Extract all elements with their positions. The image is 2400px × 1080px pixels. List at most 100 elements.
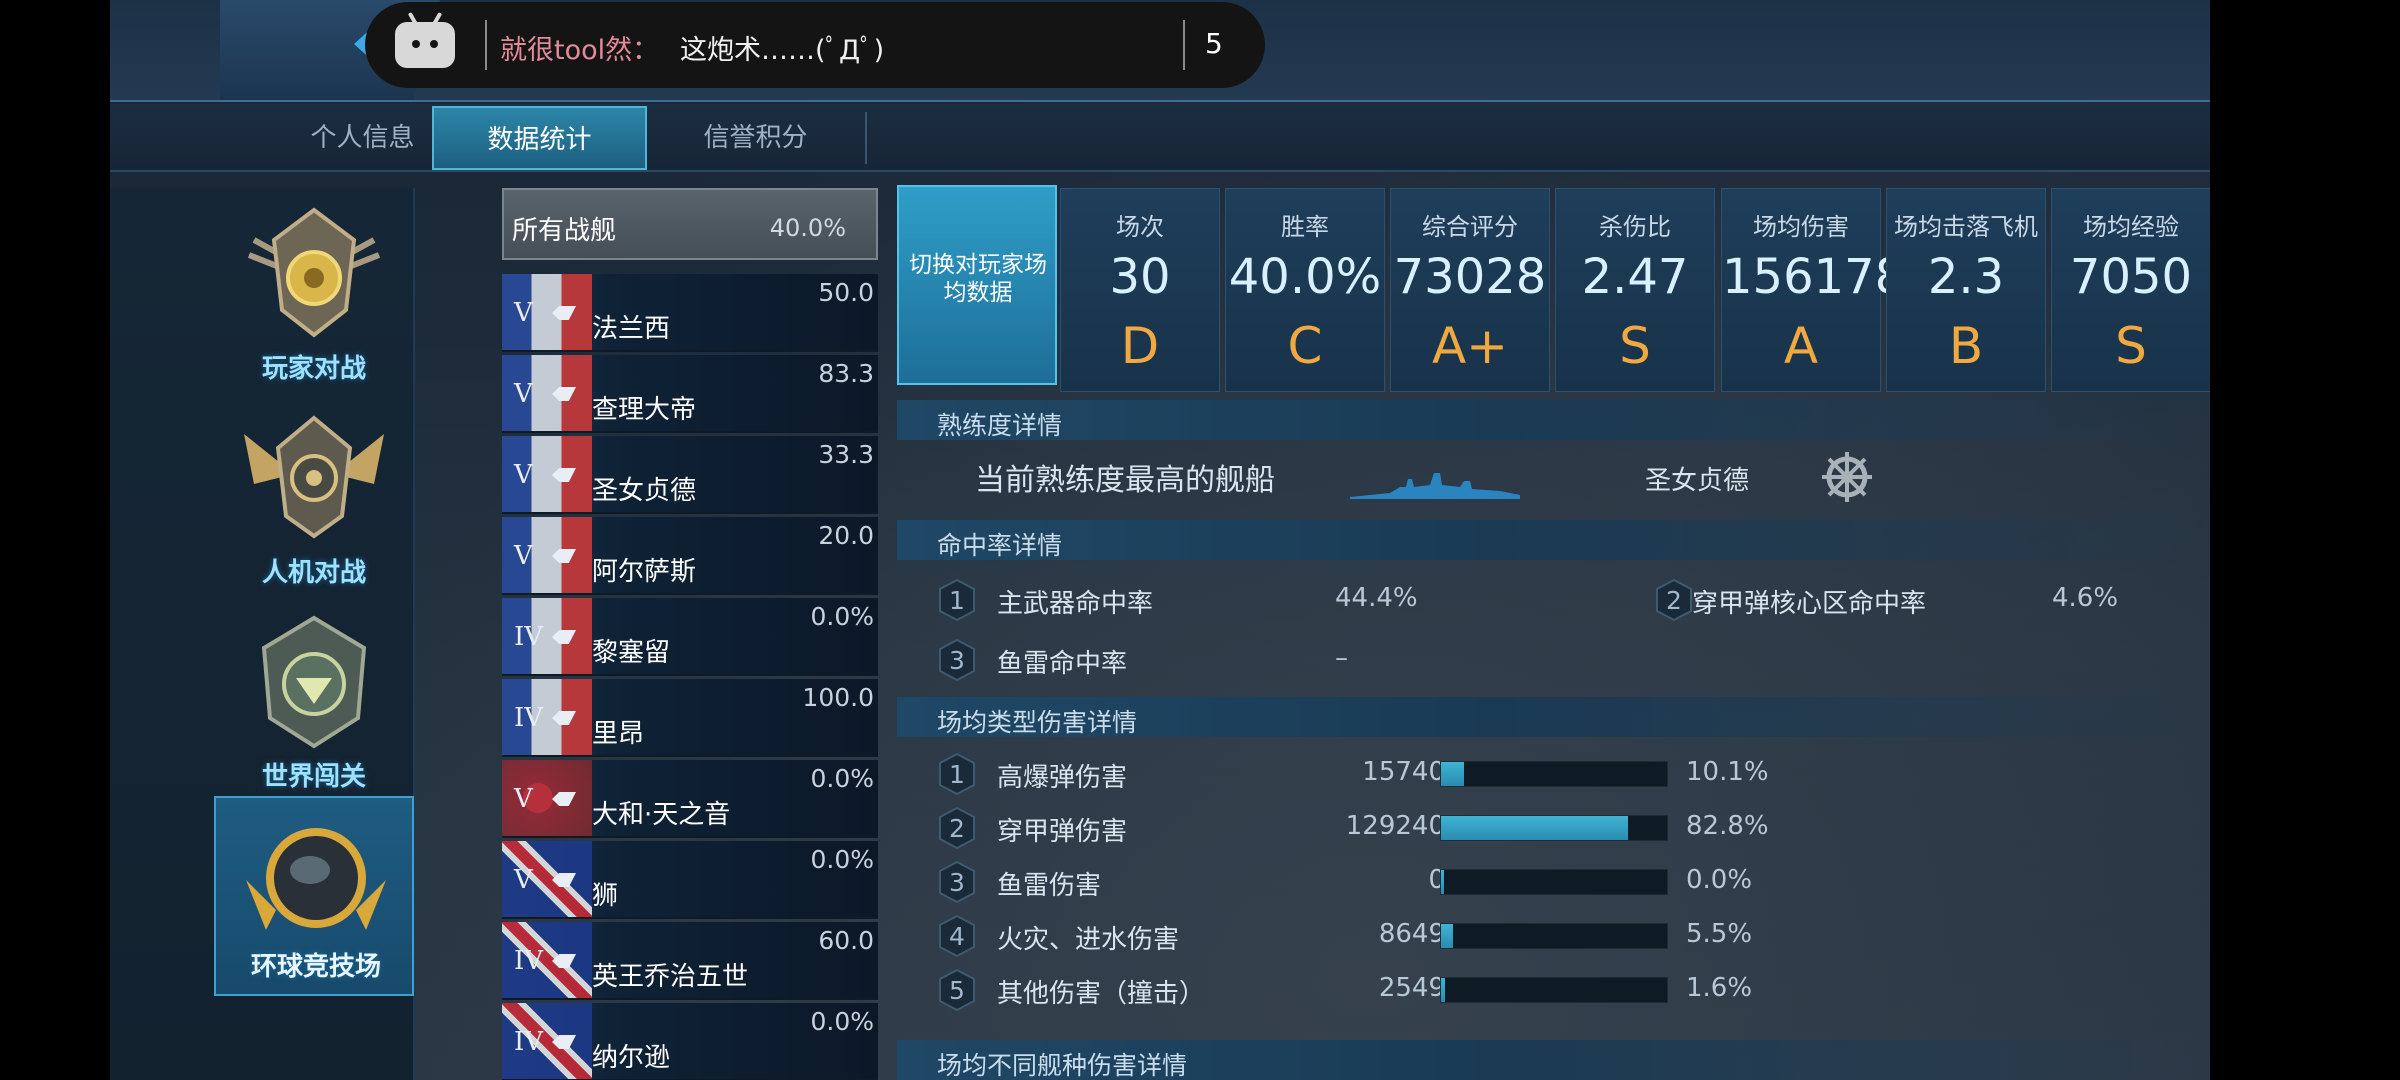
section-title-text: 命中率详情 xyxy=(937,531,1063,560)
proficiency-label: 当前熟练度最高的舰船 xyxy=(975,463,1275,498)
ship-list-item[interactable]: V 圣女贞德 33.3 xyxy=(502,436,878,514)
ship-name: 大和·天之音 xyxy=(592,800,731,830)
stat-value: 30 xyxy=(1109,249,1171,305)
ship-name: 里昂 xyxy=(592,719,645,749)
damage-bar-fill xyxy=(1441,870,1444,894)
damage-section-title: 场均类型伤害详情 xyxy=(897,697,2210,737)
row-number-badge: 3 xyxy=(938,861,976,903)
danmaku-count[interactable]: 5 xyxy=(1205,27,1223,60)
row-number-badge: 2 xyxy=(1655,579,1693,621)
danmaku-user: 就很tool然： xyxy=(500,35,660,66)
tab-statistics[interactable]: 数据统计 xyxy=(432,106,647,170)
damage-bar xyxy=(1440,923,1668,949)
ship-value: 60.0 xyxy=(818,926,874,955)
stat-title: 场均击落飞机 xyxy=(1894,213,2038,241)
ship-name: 查理大帝 xyxy=(592,395,697,425)
mode-pvp[interactable]: 玩家对战 xyxy=(214,200,414,400)
damage-bar xyxy=(1440,761,1668,787)
mode-pve[interactable]: 人机对战 xyxy=(214,404,414,604)
row-number-badge: 1 xyxy=(938,753,976,795)
stat-value: 2.3 xyxy=(1927,249,2005,305)
section-title-text: 场均不同舰种伤害详情 xyxy=(937,1051,1188,1080)
stat-card: 场次 30 D xyxy=(1060,188,1220,392)
ship-list-item[interactable]: V 狮 0.0% xyxy=(502,841,878,919)
section-title-text: 熟练度详情 xyxy=(937,411,1063,440)
mode-label: 环球竞技场 xyxy=(250,952,381,982)
stat-value: 73028 xyxy=(1393,249,1547,305)
switch-to-pvp-average-button[interactable]: 切换对玩家场均数据 xyxy=(897,185,1057,385)
stat-title: 综合评分 xyxy=(1422,213,1518,241)
row-number-badge: 3 xyxy=(938,639,976,681)
ship-name: 英王乔治五世 xyxy=(592,962,749,992)
mode-global-arena[interactable]: 环球竞技场 xyxy=(214,796,414,996)
bilibili-tv-icon xyxy=(395,22,455,68)
ship-list-item[interactable]: V 法兰西 50.0 xyxy=(502,274,878,352)
section-title-text: 场均类型伤害详情 xyxy=(937,708,1138,737)
ship-tier: IV xyxy=(514,946,544,976)
stat-value: 40.0% xyxy=(1228,249,1382,305)
ship-list-item[interactable]: IV 里昂 100.0 xyxy=(502,679,878,757)
stat-title: 胜率 xyxy=(1281,213,1329,241)
stat-grade: D xyxy=(1120,317,1160,375)
ship-name: 圣女贞德 xyxy=(592,476,697,506)
accuracy-value: 44.4% xyxy=(1335,583,1418,613)
ship-tier: IV xyxy=(514,703,544,733)
all-ships-label: 所有战舰 xyxy=(512,216,617,246)
danmaku-divider xyxy=(1183,20,1185,70)
row-number-badge: 1 xyxy=(938,579,976,621)
ship-list-item[interactable]: IV 黎塞留 0.0% xyxy=(502,598,878,676)
damage-percent: 0.0% xyxy=(1686,865,1753,895)
tab-reputation[interactable]: 信誉积分 xyxy=(648,106,863,170)
damage-value: 0 xyxy=(1428,865,1445,895)
stat-title: 场均伤害 xyxy=(1753,213,1849,241)
stat-card: 场均伤害 156178 A xyxy=(1721,188,1905,392)
stat-title: 杀伤比 xyxy=(1599,213,1671,241)
switch-button-label: 切换对玩家场均数据 xyxy=(909,252,1047,306)
danmaku-bar[interactable]: 就很tool然： 这炮术……(ﾟДﾟ) 5 xyxy=(365,2,1265,88)
stat-value: 7050 xyxy=(2069,249,2193,305)
accuracy-value: – xyxy=(1335,643,1348,673)
stat-grade: C xyxy=(1287,317,1323,375)
campaign-medal-icon xyxy=(261,615,367,749)
proficiency-section-title: 熟练度详情 xyxy=(897,400,2210,440)
ship-tier: V xyxy=(514,379,533,409)
mode-world-campaign[interactable]: 世界闯关 xyxy=(214,608,414,808)
ship-name: 法兰西 xyxy=(592,314,671,344)
stat-card: 场均击落飞机 2.3 B xyxy=(1886,188,2046,392)
left-letterbox xyxy=(0,0,110,1080)
ship-list-item[interactable]: IV 纳尔逊 0.0% xyxy=(502,1003,878,1080)
ship-silhouette-icon xyxy=(1350,473,1520,499)
ship-wheel-icon xyxy=(1822,452,1872,502)
damage-bar xyxy=(1440,977,1668,1003)
all-ships-item[interactable]: 所有战舰 40.0% xyxy=(502,188,878,260)
stat-title: 场均经验 xyxy=(2083,213,2179,241)
damage-percent: 10.1% xyxy=(1686,757,1769,787)
damage-value: 8649 xyxy=(1378,919,1445,949)
ship-name: 黎塞留 xyxy=(592,638,671,668)
ship-type-damage-section-title: 场均不同舰种伤害详情 xyxy=(897,1040,2210,1080)
accuracy-section-title: 命中率详情 xyxy=(897,520,2210,560)
ship-list-item[interactable]: V 大和·天之音 0.0% xyxy=(502,760,878,838)
damage-label: 其他伤害（撞击） xyxy=(997,979,1206,1009)
ship-tier: IV xyxy=(514,622,544,652)
ship-value: 100.0 xyxy=(802,683,874,712)
stat-grade: S xyxy=(1619,317,1651,375)
damage-label: 火灾、进水伤害 xyxy=(997,925,1180,955)
stat-grade: B xyxy=(1948,317,1984,375)
ship-value: 83.3 xyxy=(818,359,874,388)
tab-divider xyxy=(865,112,867,164)
ship-list-item[interactable]: V 阿尔萨斯 20.0 xyxy=(502,517,878,595)
ship-list-item[interactable]: V 查理大帝 83.3 xyxy=(502,355,878,433)
ship-list-item[interactable]: IV 英王乔治五世 60.0 xyxy=(502,922,878,1000)
stat-grade: A+ xyxy=(1431,317,1509,375)
accuracy-value: 4.6% xyxy=(2052,583,2119,613)
all-ships-value: 40.0% xyxy=(769,214,846,242)
stat-card: 综合评分 73028 A+ xyxy=(1390,188,1550,392)
ship-tier: V xyxy=(514,784,533,814)
mode-label: 人机对战 xyxy=(261,558,366,588)
row-number-badge: 4 xyxy=(938,915,976,957)
ship-list: 所有战舰 40.0% V 法兰西 50.0 V 查理大帝 83.3 V 圣女贞德… xyxy=(502,188,882,1080)
tab-bar: 个人信息 数据统计 信誉积分 xyxy=(110,104,2210,172)
pve-medal-icon xyxy=(244,415,384,539)
ship-value: 33.3 xyxy=(818,440,874,469)
